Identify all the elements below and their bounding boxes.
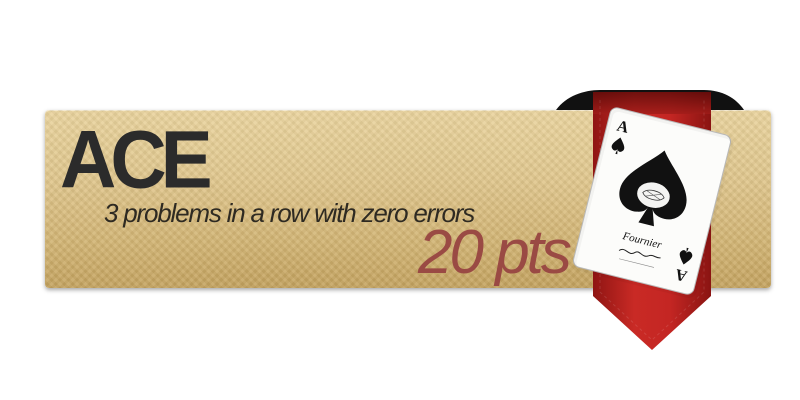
achievement-points: 20 pts	[418, 218, 572, 287]
ribbon-fold	[556, 90, 744, 110]
achievement-title: ACE	[60, 112, 213, 206]
achievement-badge: ACE 3 problems in a row with zero errors…	[0, 0, 800, 400]
